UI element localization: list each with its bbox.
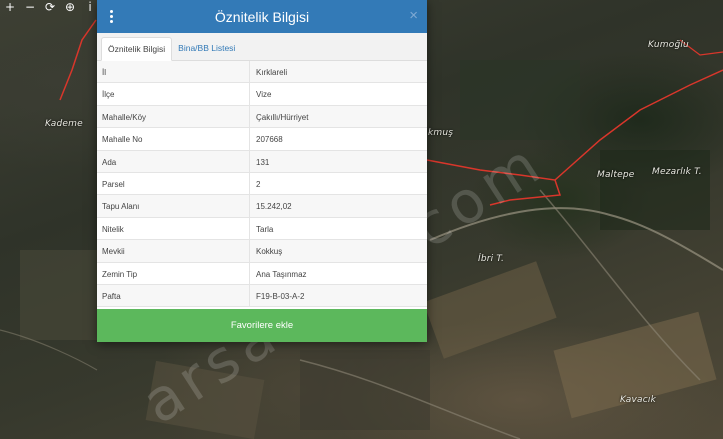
dialog-tabs: Öznitelik Bilgisi Bina/BB Listesi [97,33,427,61]
table-row: Pafta F19-B-03-A-2 [97,284,427,308]
map-label: Maltepe [597,170,635,180]
row-label: İlçe [97,83,250,105]
row-value: Kokkuş [256,247,283,257]
map-label: Kademe [45,119,83,129]
row-value: 2 [256,179,261,189]
row-label: Mevkii [97,240,250,262]
row-label: Tapu Alanı [97,195,250,217]
table-row: İlçe Vize [97,83,427,106]
plus-icon[interactable]: + [0,0,20,14]
minus-icon[interactable]: − [20,0,40,14]
map-label: Kavacık [620,395,656,405]
row-value: 207668 [256,135,283,145]
row-value: Tarla [256,224,274,234]
dialog-title: Öznitelik Bilgisi [214,9,310,25]
map-label: Mezarlık T. [652,167,702,177]
row-value: Kırklareli [256,68,288,77]
add-favorite-button[interactable]: Favorilere ekle [97,309,427,342]
close-icon[interactable]: × [409,8,418,23]
table-row: Parsel 2 [97,172,427,196]
row-label: İl [97,61,250,83]
row-label: Nitelik [97,217,250,240]
map-label: kmuş [428,128,454,138]
row-label: Mahalle No [97,128,250,150]
row-value: F19-B-03-A-2 [256,291,305,301]
map-label: Kumoğlu [648,40,689,50]
table-row: Mevkii Kokkuş [97,240,427,263]
dialog-header: Öznitelik Bilgisi × [97,0,427,33]
row-value: Vize [256,90,272,100]
map-toolbar: + − ⟳ ⊕ i [0,0,100,14]
tab-building-list[interactable]: Bina/BB Listesi [172,37,241,61]
attribute-table: İl Kırklareli İlçe Vize Mahalle/Köy Çakı… [97,61,427,308]
row-value: 131 [256,157,270,167]
refresh-icon[interactable]: ⟳ [40,0,60,14]
row-label: Mahalle/Köy [97,105,250,128]
table-row: Zemin Tip Ana Taşınmaz [97,262,427,285]
row-label: Parsel [97,172,250,195]
table-row: Mahalle/Köy Çakıllı/Hürriyet [97,105,427,129]
row-label: Zemin Tip [97,262,250,284]
row-value: Çakıllı/Hürriyet [256,112,309,122]
table-row: Tapu Alanı 15.242,02 [97,195,427,218]
row-label: Pafta [97,284,250,307]
table-row: Ada 131 [97,150,427,173]
locate-icon[interactable]: ⊕ [60,0,80,14]
row-label: Ada [97,150,250,172]
map-label: İbri T. [478,254,505,264]
attribute-dialog: Öznitelik Bilgisi × Öznitelik Bilgisi Bi… [97,0,427,342]
table-row: İl Kırklareli [97,61,427,84]
table-row: Nitelik Tarla [97,217,427,241]
table-row: Mahalle No 207668 [97,128,427,151]
tab-attribute-info[interactable]: Öznitelik Bilgisi [101,37,173,61]
row-value: 15.242,02 [256,202,292,212]
row-value: Ana Taşınmaz [256,269,307,279]
